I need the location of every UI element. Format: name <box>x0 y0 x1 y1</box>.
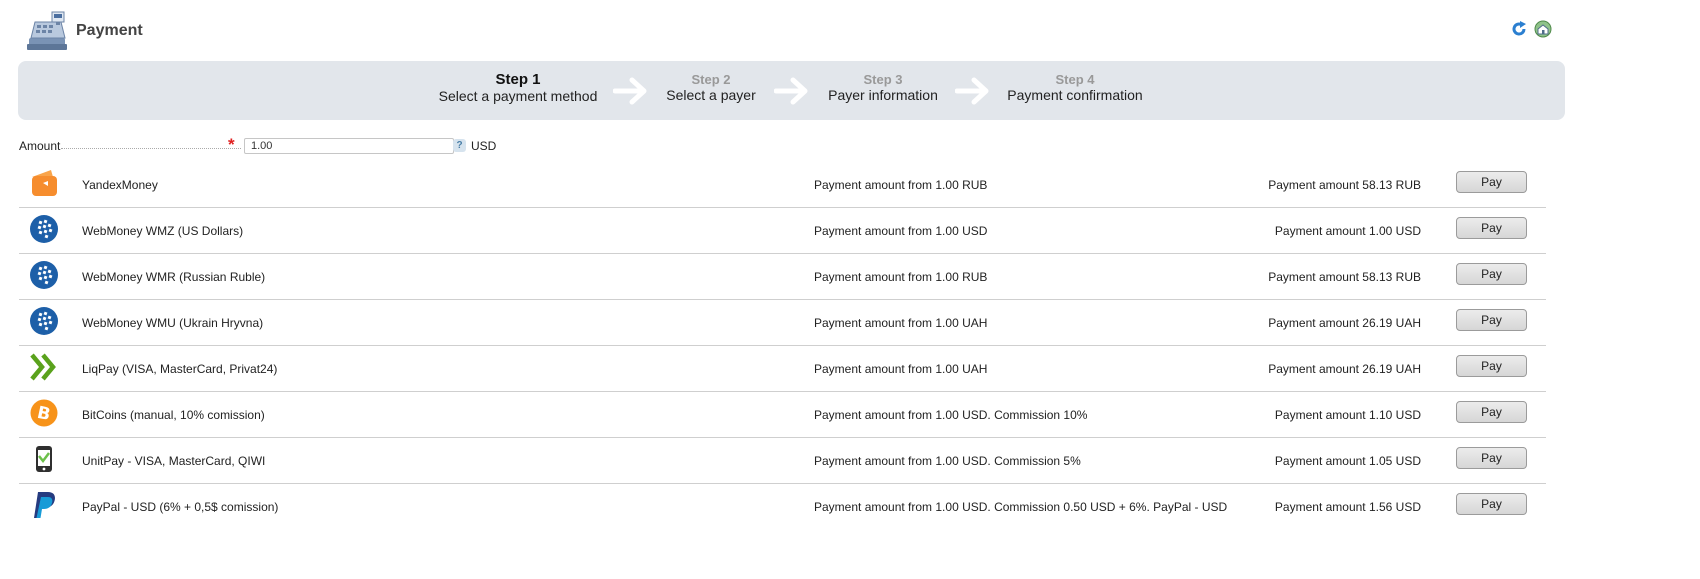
pay-button[interactable]: Pay <box>1456 447 1527 469</box>
home-globe-icon[interactable] <box>1534 20 1552 38</box>
payment-methods-list: YandexMoney Payment amount from 1.00 RUB… <box>19 162 1546 529</box>
method-amount: Payment amount 1.56 USD <box>1274 500 1421 514</box>
help-icon[interactable]: ? <box>453 139 466 152</box>
dotted-leader <box>61 148 241 149</box>
payment-method-row: WebMoney WMU (Ukrain Hryvna) Payment amo… <box>19 300 1546 346</box>
method-amount: Payment amount 26.19 UAH <box>1268 316 1421 330</box>
page-title: Payment <box>76 22 143 39</box>
pay-button[interactable]: Pay <box>1456 263 1527 285</box>
pay-button[interactable]: Pay <box>1456 493 1527 515</box>
paypal-icon <box>34 492 55 518</box>
step-select-payer: Step 2 Select a payer <box>661 72 761 103</box>
payment-method-row: PayPal - USD (6% + 0,5$ comission) Payme… <box>19 484 1546 529</box>
step-label: Select a payer <box>666 87 756 103</box>
unitpay-phone-icon <box>36 446 52 472</box>
method-name: YandexMoney <box>82 178 158 192</box>
step-label: Payer information <box>828 87 938 103</box>
pay-button[interactable]: Pay <box>1456 217 1527 239</box>
method-name: PayPal - USD (6% + 0,5$ comission) <box>82 500 279 514</box>
step-number: Step 1 <box>495 71 541 88</box>
pay-button[interactable]: Pay <box>1456 309 1527 331</box>
refresh-icon[interactable] <box>1510 20 1528 38</box>
step-number: Step 2 <box>691 72 731 87</box>
step-label: Payment confirmation <box>1007 87 1143 103</box>
step-label: Select a payment method <box>438 88 598 104</box>
method-amount: Payment amount 1.05 USD <box>1274 454 1421 468</box>
webmoney-icon <box>30 307 58 335</box>
yandex-money-icon <box>32 170 57 196</box>
pay-button[interactable]: Pay <box>1456 401 1527 423</box>
method-range: Payment amount from 1.00 RUB <box>814 270 988 284</box>
method-name: WebMoney WMR (Russian Ruble) <box>82 270 266 284</box>
currency-label: USD <box>471 139 497 153</box>
payment-method-row: B BitCoins (manual, 10% comission) Payme… <box>19 392 1546 438</box>
webmoney-icon <box>30 261 58 289</box>
arrow-right-icon <box>613 77 647 105</box>
method-range: Payment amount from 1.00 USD. Commission… <box>814 408 1088 422</box>
step-number: Step 4 <box>1055 72 1095 87</box>
method-name: LiqPay (VISA, MasterCard, Privat24) <box>82 362 278 376</box>
payment-method-row: WebMoney WMZ (US Dollars) Payment amount… <box>19 208 1546 254</box>
pay-button[interactable]: Pay <box>1456 355 1527 377</box>
arrow-right-icon <box>774 77 808 105</box>
method-name: WebMoney WMZ (US Dollars) <box>82 224 244 238</box>
method-range: Payment amount from 1.00 USD. Commission… <box>814 454 1081 468</box>
amount-label: Amount <box>19 139 61 153</box>
method-range: Payment amount from 1.00 UAH <box>814 316 988 330</box>
method-range: Payment amount from 1.00 USD. Commission… <box>814 500 1228 514</box>
step-payer-information: Step 3 Payer information <box>824 72 942 103</box>
payment-method-row: UnitPay - VISA, MasterCard, QIWI Payment… <box>19 438 1546 484</box>
payment-method-row: WebMoney WMR (Russian Ruble) Payment amo… <box>19 254 1546 300</box>
method-range: Payment amount from 1.00 RUB <box>814 178 988 192</box>
method-name: BitCoins (manual, 10% comission) <box>82 408 265 422</box>
amount-row: Amount * ? USD <box>19 135 719 156</box>
liqpay-icon <box>30 353 56 381</box>
amount-input[interactable] <box>244 138 454 154</box>
step-select-payment-method: Step 1 Select a payment method <box>436 71 600 104</box>
pay-button[interactable]: Pay <box>1456 171 1527 193</box>
method-amount: Payment amount 58.13 RUB <box>1268 178 1421 192</box>
required-marker: * <box>228 135 235 154</box>
method-name: WebMoney WMU (Ukrain Hryvna) <box>82 316 264 330</box>
payment-method-row: LiqPay (VISA, MasterCard, Privat24) Paym… <box>19 346 1546 392</box>
bitcoin-icon: B <box>30 399 58 427</box>
method-name: UnitPay - VISA, MasterCard, QIWI <box>82 454 266 468</box>
page-header: Payment <box>25 8 1675 58</box>
payment-method-row: YandexMoney Payment amount from 1.00 RUB… <box>19 162 1546 208</box>
step-number: Step 3 <box>863 72 903 87</box>
webmoney-icon <box>30 215 58 243</box>
cash-register-icon <box>27 11 67 50</box>
method-amount: Payment amount 26.19 UAH <box>1268 362 1421 376</box>
method-range: Payment amount from 1.00 UAH <box>814 362 988 376</box>
method-amount: Payment amount 1.00 USD <box>1274 224 1421 238</box>
method-amount: Payment amount 1.10 USD <box>1274 408 1421 422</box>
wizard-steps: Step 1 Select a payment method Step 2 Se… <box>18 61 1565 120</box>
step-payment-confirmation: Step 4 Payment confirmation <box>1004 72 1146 103</box>
method-amount: Payment amount 58.13 RUB <box>1268 270 1421 284</box>
arrow-right-icon <box>955 77 989 105</box>
method-range: Payment amount from 1.00 USD <box>814 224 988 238</box>
